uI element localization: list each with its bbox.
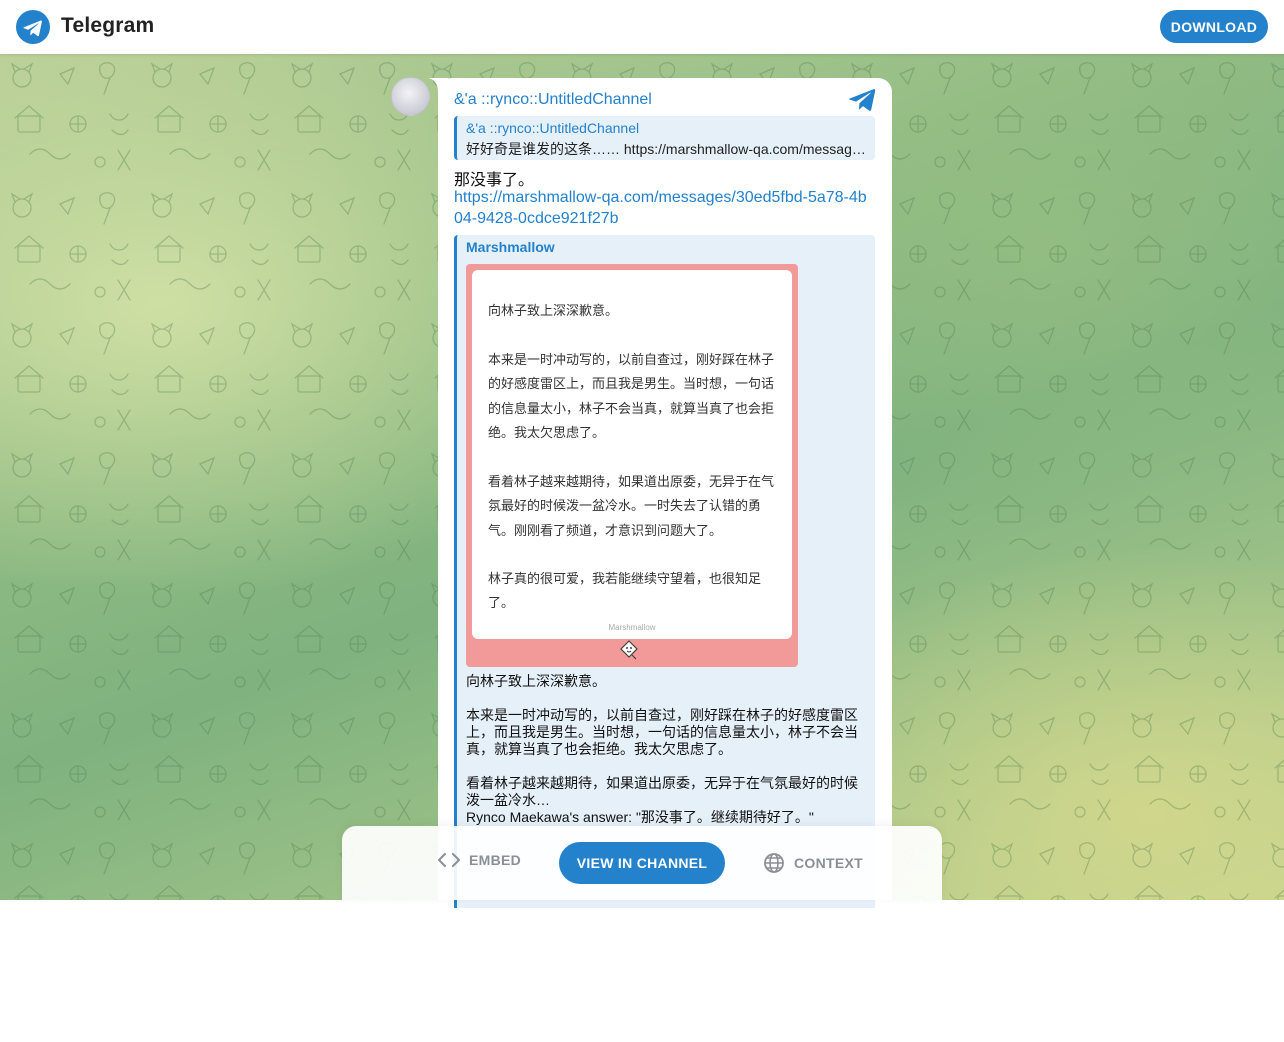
- message-bubble: &'a ::rynco::UntitledChannel &'a ::rynco…: [438, 78, 892, 908]
- preview-desc-paragraph: 本来是一时冲动写的，以前自查过，刚好踩在林子的好感度雷区上，而且我是男生。当时想…: [466, 707, 858, 757]
- telegram-logo-icon[interactable]: [16, 10, 50, 44]
- context-button[interactable]: CONTEXT: [763, 852, 863, 874]
- card-watermark: Marshmallow: [608, 623, 656, 632]
- preview-desc-paragraph: Rynco Maekawa's answer: "那没事了。继续期待好了。": [466, 809, 814, 825]
- preview-desc-paragraph: 看着林子越来越期待，如果道出原委，无异于在气氛最好的时候泼一盆冷水…: [466, 775, 858, 808]
- download-button[interactable]: DOWNLOAD: [1160, 10, 1268, 43]
- message-link[interactable]: https://marshmallow-qa.com/messages/30ed…: [454, 187, 874, 229]
- telegram-plane-icon[interactable]: [848, 87, 876, 113]
- globe-icon: [764, 853, 784, 873]
- card-content: 向林子致上深深歉意。 本来是一时冲动写的，以前自查过，刚好踩在林子的好感度雷区上…: [472, 270, 792, 639]
- preview-description: 向林子致上深深歉意。 本来是一时冲动写的，以前自查过，刚好踩在林子的好感度雷区上…: [466, 673, 866, 843]
- code-icon: [438, 853, 460, 867]
- link-preview[interactable]: Marshmallow 向林子致上深深歉意。 本来是一时冲动写的，以前自查过，刚…: [454, 235, 875, 908]
- context-label: CONTEXT: [794, 855, 863, 871]
- channel-name-link[interactable]: &'a ::rynco::UntitledChannel: [454, 91, 652, 109]
- reply-author: &'a ::rynco::UntitledChannel: [466, 120, 640, 136]
- embed-button[interactable]: EMBED: [438, 852, 521, 868]
- card-paragraph: 本来是一时冲动写的，以前自查过，刚好踩在林子的好感度雷区上，而且我是男生。当时想…: [488, 352, 775, 441]
- embed-label: EMBED: [469, 852, 522, 868]
- preview-desc-paragraph: 向林子致上深深歉意。: [466, 673, 606, 689]
- reply-quote[interactable]: &'a ::rynco::UntitledChannel 好好奇是谁发的这条………: [454, 116, 875, 160]
- reply-text: 好好奇是谁发的这条…… https://marshmallow-qa.com/m…: [466, 141, 868, 157]
- card-paragraph: 林子真的很可爱，我若能继续守望着，也很知足了。: [488, 571, 762, 611]
- preview-image-card[interactable]: 向林子致上深深歉意。 本来是一时冲动写的，以前自查过，刚好踩在林子的好感度雷区上…: [466, 264, 798, 667]
- preview-site-name: Marshmallow: [466, 239, 555, 255]
- view-in-channel-label: VIEW IN CHANNEL: [576, 855, 708, 871]
- top-bar: Telegram DOWNLOAD: [0, 0, 1284, 54]
- card-paragraph: 向林子致上深深歉意。: [488, 303, 619, 318]
- brand-name[interactable]: Telegram: [61, 14, 154, 38]
- channel-avatar[interactable]: [391, 77, 430, 116]
- card-paragraph: 看着林子越来越期待，如果道出原委，无异于在气氛最好的时候泼一盆冷水。一时失去了认…: [488, 474, 775, 538]
- marshmallow-icon: [620, 640, 638, 660]
- action-bar: EMBED VIEW IN CHANNEL CONTEXT: [342, 826, 942, 900]
- view-in-channel-button[interactable]: VIEW IN CHANNEL: [559, 842, 725, 884]
